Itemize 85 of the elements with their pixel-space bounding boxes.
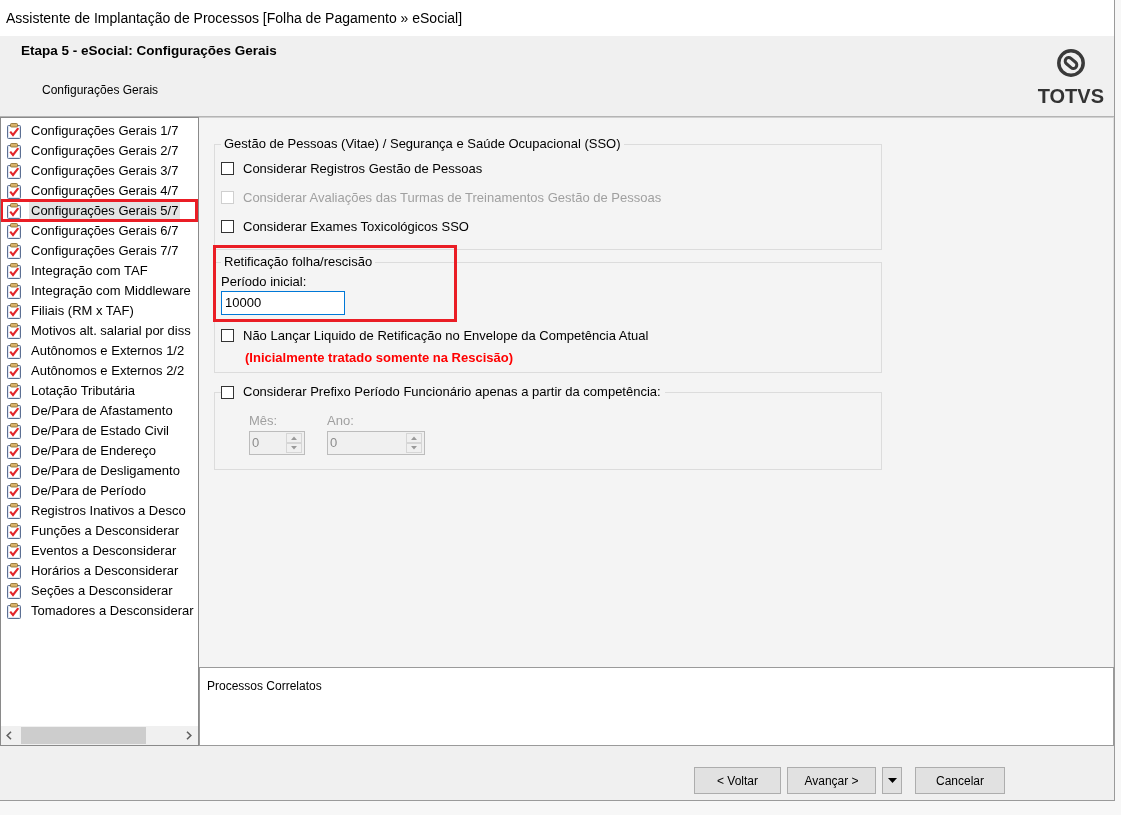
clipboard-check-icon (6, 563, 22, 579)
logo-icon (1056, 49, 1085, 77)
clipboard-check-icon (6, 603, 22, 619)
warning-note: (Inicialmente tratado somente na Rescisão) (245, 350, 514, 365)
step-list-item[interactable]: Integração com TAF (29, 262, 150, 280)
step-subtitle: Configurações Gerais (42, 83, 159, 98)
wizard-button[interactable]: Cancelar (915, 767, 1005, 794)
step-list-item[interactable]: De/Para de Desligamento (29, 462, 182, 480)
step-list-item[interactable]: Configurações Gerais 6/7 (29, 222, 181, 240)
group-title: Gestão de Pessoas (Vitae) / Segurança e Saúde Ocupacional (SSO) (223, 136, 622, 152)
step-list-item[interactable]: Integração com Middleware (29, 282, 193, 300)
logo-text: TOTVS (1037, 86, 1104, 106)
spinner-label: Ano: (327, 414, 354, 428)
spin-arrows-icon (286, 433, 302, 453)
clipboard-check-icon (6, 343, 22, 359)
spin-arrows-icon (406, 433, 422, 453)
step-list-item[interactable]: Configurações Gerais 1/7 (29, 122, 181, 140)
step-list-item[interactable]: Autônomos e Externos 2/2 (29, 362, 187, 380)
clipboard-check-icon (6, 203, 22, 219)
step-list-item[interactable]: Registros Inativos a Desco (29, 502, 188, 520)
step-list-item[interactable]: Motivos alt. salarial por diss (29, 322, 193, 340)
clipboard-check-icon (6, 383, 22, 399)
clipboard-check-icon (6, 223, 22, 239)
chevron-right-icon (186, 731, 192, 740)
group-title: Retificação folha/rescisão (223, 254, 374, 270)
checkbox[interactable] (221, 385, 234, 399)
clipboard-check-icon (6, 263, 22, 279)
clipboard-check-icon (6, 323, 22, 339)
step-list-item[interactable]: Tomadores a Desconsiderar (29, 602, 196, 620)
step-list-item[interactable]: Configurações Gerais 7/7 (29, 242, 181, 260)
step-list-item[interactable]: Autônomos e Externos 1/2 (29, 342, 187, 360)
clipboard-check-icon (6, 543, 22, 559)
chevron-left-icon (6, 731, 12, 740)
field-label: Período inicial: (221, 275, 307, 289)
clipboard-check-icon (6, 523, 22, 539)
wizard-button[interactable]: < Voltar (694, 767, 781, 794)
clipboard-check-icon (6, 483, 22, 499)
step-list-item[interactable]: De/Para de Endereço (29, 442, 159, 460)
spin-value: 0 (329, 434, 339, 452)
clipboard-check-icon (6, 403, 22, 419)
clipboard-check-icon (6, 363, 22, 379)
clipboard-check-icon (6, 163, 22, 179)
step-list-item[interactable]: Funções a Desconsiderar (29, 522, 182, 540)
checkbox-label: Considerar Exames Toxicológicos SSO (243, 218, 469, 235)
caret-icon (887, 778, 897, 783)
clipboard-check-icon (6, 463, 22, 479)
clipboard-check-icon (6, 423, 22, 439)
checkbox-label: Não Lançar Liquido de Retificação no Envelope da Competência Atual (243, 327, 649, 344)
checkbox[interactable] (221, 329, 234, 342)
step-list-item[interactable]: De/Para de Período (29, 482, 148, 500)
step-list-item[interactable]: Lotação Tributária (29, 382, 138, 400)
step-list-item[interactable]: Filiais (RM x TAF) (29, 302, 136, 320)
checkbox-label: Considerar Registros Gestão de Pessoas (243, 160, 483, 177)
step-list-item[interactable]: Horários a Desconsiderar (29, 562, 181, 580)
horizontal-scrollbar[interactable] (1, 726, 198, 745)
dropdown-button[interactable] (882, 767, 902, 794)
checkbox[interactable] (221, 162, 234, 175)
clipboard-check-icon (6, 583, 22, 599)
step-list-item[interactable]: Configurações Gerais 2/7 (29, 142, 181, 160)
checkbox[interactable] (221, 220, 234, 233)
clipboard-check-icon (6, 143, 22, 159)
step-list-item[interactable]: Seções a Desconsiderar (29, 582, 175, 600)
clipboard-check-icon (6, 443, 22, 459)
clipboard-check-icon (6, 303, 22, 319)
clipboard-check-icon (6, 123, 22, 139)
step-list-item[interactable]: De/Para de Estado Civil (29, 422, 171, 440)
scrollbar-thumb[interactable] (21, 727, 146, 744)
clipboard-check-icon (6, 243, 22, 259)
checkbox-label: Considerar Prefixo Período Funcionário apenas a partir da competência: (243, 384, 661, 400)
spinner-label: Mês: (249, 414, 278, 428)
step-list-item[interactable]: Configurações Gerais 4/7 (29, 182, 181, 200)
panel-title: Processos Correlatos (207, 679, 322, 693)
wizard-button[interactable]: Avançar > (787, 767, 876, 794)
step-title: Etapa 5 - eSocial: Configurações Gerais (21, 43, 277, 59)
clipboard-check-icon (6, 503, 22, 519)
clipboard-check-icon (6, 183, 22, 199)
checkbox-label: Considerar Avaliações das Turmas de Treinamentos Gestão de Pessoas (243, 189, 662, 206)
step-list-item[interactable]: Configurações Gerais 5/7 (29, 202, 181, 220)
spin-value: 0 (251, 434, 261, 452)
clipboard-check-icon (6, 283, 22, 299)
step-list-item[interactable]: De/Para de Afastamento (29, 402, 175, 420)
step-list-item[interactable]: Configurações Gerais 3/7 (29, 162, 181, 180)
input-field[interactable]: 10000 (221, 291, 345, 315)
step-list-item[interactable]: Eventos a Desconsiderar (29, 542, 179, 560)
window-title: Assistente de Implantação de Processos [Folha de Pagamento » eSocial] (6, 10, 463, 26)
